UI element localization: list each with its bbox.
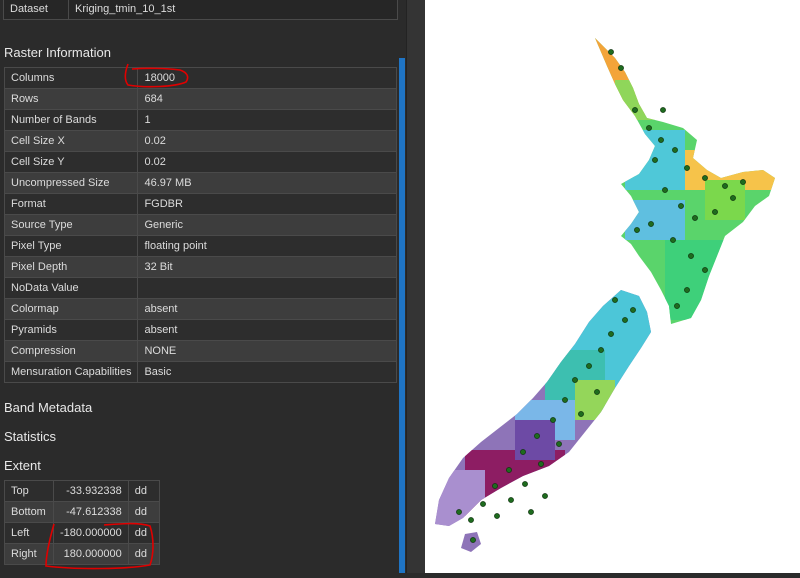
extent-value[interactable]: -180.000000 <box>53 522 129 544</box>
raster-info-value[interactable]: 1 <box>137 109 397 131</box>
section-extent[interactable]: Extent <box>4 458 41 473</box>
raster-info-row: Rows 684 <box>3 88 397 110</box>
raster-info-value[interactable]: FGDBR <box>137 193 397 215</box>
raster-info-label: Pixel Type <box>3 235 139 257</box>
extent-empty-cell <box>159 543 397 565</box>
raster-info-label: Compression <box>3 340 139 362</box>
extent-label: Bottom <box>4 501 54 523</box>
extent-label: Left <box>4 522 54 544</box>
extent-row: Left -180.000000 dd <box>4 522 397 544</box>
dataset-value[interactable]: Kriging_tmin_10_1st <box>69 0 181 19</box>
raster-info-row: Pixel Depth 32 Bit <box>3 256 397 278</box>
raster-info-row: Cell Size Y 0.02 <box>3 151 397 173</box>
raster-info-label: Pyramids <box>3 319 139 341</box>
extent-unit: dd <box>127 480 160 502</box>
extent-row: Right 180.000000 dd <box>4 543 397 565</box>
dataset-label: Dataset <box>4 0 69 19</box>
raster-info-label: Uncompressed Size <box>3 172 139 194</box>
raster-info-row: NoData Value <box>3 277 397 299</box>
raster-information-table: Columns 18000 Rows 684 Number of Bands 1 Cell … <box>3 67 397 383</box>
raster-info-label: Format <box>3 193 139 215</box>
raster-info-value[interactable]: 18000 <box>137 67 397 89</box>
raster-info-value[interactable]: NONE <box>137 340 397 362</box>
raster-properties-panel: Dataset Kriging_tmin_10_1st Raster Infor… <box>0 0 406 573</box>
new-zealand-raster-map-icon <box>435 38 775 552</box>
extent-table: Top -33.932338 dd Bottom -47.612338 dd Left -18… <box>4 480 397 565</box>
raster-info-row: Uncompressed Size 46.97 MB <box>3 172 397 194</box>
raster-info-label: Cell Size Y <box>3 151 139 173</box>
raster-info-value[interactable] <box>137 277 397 299</box>
extent-unit: dd <box>127 522 160 544</box>
extent-empty-cell <box>159 522 397 544</box>
raster-info-value[interactable]: 684 <box>137 88 397 110</box>
extent-value[interactable]: -33.932338 <box>53 480 129 502</box>
dataset-row: Dataset Kriging_tmin_10_1st <box>3 0 398 20</box>
raster-info-value[interactable]: Generic <box>137 214 397 236</box>
raster-info-value[interactable]: Basic <box>137 361 397 383</box>
section-raster-information[interactable]: Raster Information <box>4 45 111 60</box>
section-band-metadata[interactable]: Band Metadata <box>4 400 92 415</box>
raster-info-row: Pyramids absent <box>3 319 397 341</box>
section-statistics[interactable]: Statistics <box>4 429 56 444</box>
raster-info-label: Columns <box>3 67 139 89</box>
raster-info-value[interactable]: 0.02 <box>137 151 397 173</box>
raster-info-value[interactable]: absent <box>137 298 397 320</box>
raster-info-value[interactable]: 46.97 MB <box>137 172 397 194</box>
raster-info-label: Source Type <box>3 214 139 236</box>
raster-info-row: Pixel Type floating point <box>3 235 397 257</box>
raster-info-row: Colormap absent <box>3 298 397 320</box>
raster-info-row: Source Type Generic <box>3 214 397 236</box>
raster-info-row: Cell Size X 0.02 <box>3 130 397 152</box>
extent-value[interactable]: 180.000000 <box>53 543 129 565</box>
raster-info-row: Columns 18000 <box>3 67 397 89</box>
raster-info-label: Rows <box>3 88 139 110</box>
map-view[interactable] <box>425 0 800 573</box>
extent-label: Right <box>4 543 54 565</box>
raster-info-value[interactable]: 32 Bit <box>137 256 397 278</box>
raster-info-label: Number of Bands <box>3 109 139 131</box>
raster-info-label: Colormap <box>3 298 139 320</box>
raster-info-row: Format FGDBR <box>3 193 397 215</box>
panel-splitter[interactable] <box>406 0 426 573</box>
extent-empty-cell <box>159 480 397 502</box>
raster-info-label: Cell Size X <box>3 130 139 152</box>
extent-empty-cell <box>159 501 397 523</box>
raster-info-label: Mensuration Capabilities <box>3 361 139 383</box>
raster-info-label: NoData Value <box>3 277 139 299</box>
extent-row: Top -33.932338 dd <box>4 480 397 502</box>
extent-value[interactable]: -47.612338 <box>53 501 129 523</box>
raster-info-value[interactable]: absent <box>137 319 397 341</box>
extent-unit: dd <box>127 501 160 523</box>
raster-info-row: Number of Bands 1 <box>3 109 397 131</box>
raster-info-row: Mensuration Capabilities Basic <box>3 361 397 383</box>
raster-info-value[interactable]: 0.02 <box>137 130 397 152</box>
extent-label: Top <box>4 480 54 502</box>
raster-info-row: Compression NONE <box>3 340 397 362</box>
raster-info-value[interactable]: floating point <box>137 235 397 257</box>
raster-info-label: Pixel Depth <box>3 256 139 278</box>
extent-row: Bottom -47.612338 dd <box>4 501 397 523</box>
extent-unit: dd <box>127 543 160 565</box>
scrollbar-thumb[interactable] <box>399 58 405 573</box>
